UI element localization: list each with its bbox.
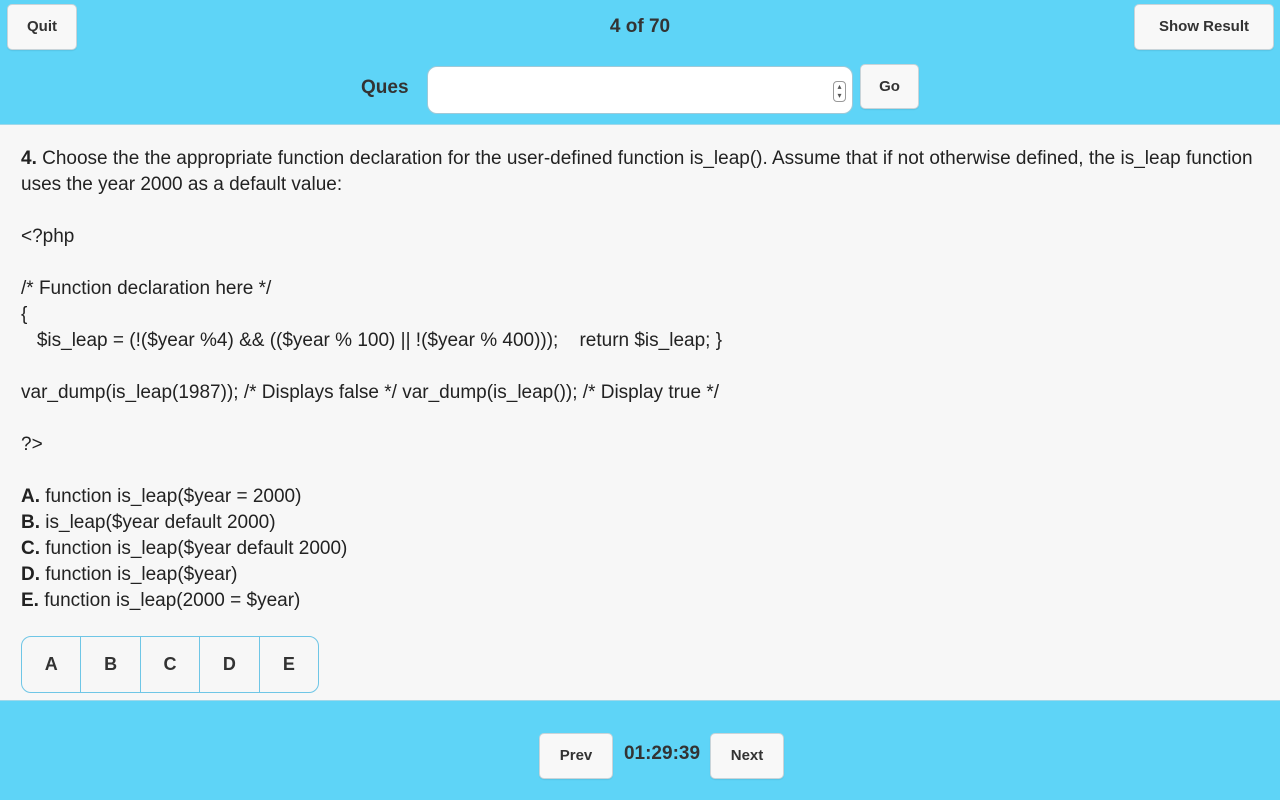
question-select[interactable]: ▴ ▾: [427, 66, 853, 114]
stepper-icon[interactable]: ▴ ▾: [833, 81, 846, 102]
option-b: B. is_leap($year default 2000): [21, 510, 1261, 536]
option-c: C. function is_leap($year default 2000): [21, 536, 1261, 562]
next-button[interactable]: Next: [710, 733, 784, 779]
question-counter: 4 of 70: [609, 16, 671, 37]
question-text: 4. Choose the the appropriate function d…: [21, 146, 1261, 198]
bottom-bar: Prev 01:29:39 Next: [0, 700, 1280, 800]
question-content: 4. Choose the the appropriate function d…: [21, 146, 1261, 614]
answer-a-button[interactable]: A: [22, 637, 82, 692]
question-number: 4.: [21, 148, 37, 169]
code-dump: var_dump(is_leap(1987)); /* Displays fal…: [21, 382, 720, 403]
option-letter: C.: [21, 538, 40, 559]
option-letter: A.: [21, 486, 40, 507]
answer-button-group: A B C D E: [21, 636, 319, 693]
option-text: is_leap($year default 2000): [40, 512, 276, 533]
answer-d-button[interactable]: D: [200, 637, 260, 692]
code-comment: /* Function declaration here */: [21, 278, 272, 299]
code-open-tag: <?php: [21, 226, 75, 247]
timer: 01:29:39: [623, 743, 701, 764]
code-brace: {: [21, 304, 28, 325]
option-letter: D.: [21, 564, 40, 585]
option-e: E. function is_leap(2000 = $year): [21, 588, 1261, 614]
ques-label: Ques: [361, 77, 409, 98]
option-d: D. function is_leap($year): [21, 562, 1261, 588]
answer-c-button[interactable]: C: [141, 637, 201, 692]
show-result-button[interactable]: Show Result: [1134, 4, 1274, 50]
options-list: A. function is_leap($year = 2000) B. is_…: [21, 484, 1261, 614]
code-body: $is_leap = (!($year %4) && (($year % 100…: [21, 330, 723, 351]
option-text: function is_leap($year): [40, 564, 238, 585]
answer-e-button[interactable]: E: [260, 637, 318, 692]
top-bar: Quit 4 of 70 Show Result Ques ▴ ▾ Go: [0, 0, 1280, 125]
code-block: /* Function declaration here */ { $is_le…: [21, 276, 1261, 354]
option-a: A. function is_leap($year = 2000): [21, 484, 1261, 510]
question-body: Choose the the appropriate function decl…: [21, 148, 1253, 195]
go-button[interactable]: Go: [860, 64, 919, 109]
quit-button[interactable]: Quit: [7, 4, 77, 50]
answer-b-button[interactable]: B: [81, 637, 141, 692]
prev-button[interactable]: Prev: [539, 733, 613, 779]
option-letter: B.: [21, 512, 40, 533]
option-letter: E.: [21, 590, 39, 611]
option-text: function is_leap(2000 = $year): [38, 590, 301, 611]
code-close-tag: ?>: [21, 434, 43, 455]
option-text: function is_leap($year default 2000): [40, 538, 348, 559]
option-text: function is_leap($year = 2000): [40, 486, 302, 507]
